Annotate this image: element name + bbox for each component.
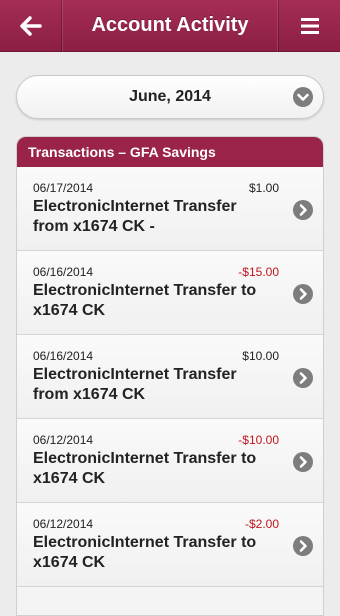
hamburger-menu-icon xyxy=(300,17,319,34)
transaction-description: ElectronicInternet Transfer to x1674 CK xyxy=(33,534,257,571)
page-title: Account Activity xyxy=(91,14,249,36)
chevron-right-icon xyxy=(293,452,313,472)
month-selector[interactable]: June, 2014 xyxy=(16,75,324,119)
transaction-row[interactable]: 06/16/2014 -$15.00 ElectronicInternet Tr… xyxy=(17,251,323,335)
chevron-right-icon xyxy=(293,284,313,304)
transaction-row[interactable]: 06/16/2014 $10.00 ElectronicInternet Tra… xyxy=(17,335,323,419)
transaction-description: ElectronicInternet Transfer from x1674 C… xyxy=(33,198,237,235)
chevron-right-icon xyxy=(293,536,313,556)
chevron-down-icon xyxy=(293,87,313,107)
transaction-description: ElectronicInternet Transfer to x1674 CK xyxy=(33,282,257,319)
back-arrow-icon xyxy=(19,15,42,36)
transaction-amount: $1.00 xyxy=(248,181,279,195)
transaction-date: 06/16/2014 xyxy=(33,265,94,279)
month-selector-value: June, 2014 xyxy=(129,88,211,105)
transaction-date: 06/17/2014 xyxy=(33,181,94,195)
transaction-row[interactable]: 06/12/2014 -$2.00 ElectronicInternet Tra… xyxy=(17,503,323,587)
transaction-date: 06/16/2014 xyxy=(33,349,94,363)
chevron-right-icon xyxy=(293,368,313,388)
transaction-row[interactable]: 06/17/2014 $1.00 ElectronicInternet Tran… xyxy=(17,167,323,251)
transaction-date: 06/12/2014 xyxy=(33,517,94,531)
transaction-date: 06/12/2014 xyxy=(33,433,94,447)
transaction-description: ElectronicInternet Transfer from x1674 C… xyxy=(33,366,237,403)
transaction-amount: -$15.00 xyxy=(238,265,279,279)
transactions-panel: Transactions – GFA Savings 06/17/2014 $1… xyxy=(16,136,324,616)
transaction-amount: -$2.00 xyxy=(244,517,279,531)
transaction-description: ElectronicInternet Transfer to x1674 CK xyxy=(33,450,257,487)
top-navigation-bar: Account Activity xyxy=(0,0,340,52)
transaction-amount: $10.00 xyxy=(242,349,279,363)
transaction-row[interactable]: 06/12/2014 -$10.00 ElectronicInternet Tr… xyxy=(17,419,323,503)
menu-button[interactable] xyxy=(278,0,340,52)
back-button[interactable] xyxy=(0,0,62,52)
transactions-header: Transactions – GFA Savings xyxy=(17,137,323,167)
chevron-right-icon xyxy=(293,200,313,220)
transaction-amount: -$10.00 xyxy=(238,433,279,447)
